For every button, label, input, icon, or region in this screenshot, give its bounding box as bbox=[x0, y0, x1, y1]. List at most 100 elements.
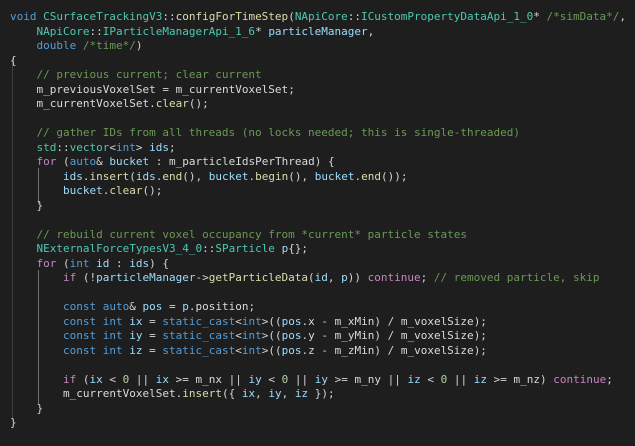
code-line[interactable]: { bbox=[10, 54, 635, 69]
code-token: , bbox=[327, 271, 342, 284]
code-line[interactable]: m_currentVoxelSet.insert({ ix, iy, iz })… bbox=[10, 387, 635, 402]
code-line[interactable]: double /*time*/) bbox=[10, 39, 635, 54]
code-token: m_voxelSize bbox=[400, 329, 474, 342]
code-token: iy bbox=[314, 372, 328, 386]
code-token: getParticleData bbox=[208, 271, 309, 284]
code-token: :: bbox=[347, 10, 362, 23]
code-token: pos bbox=[281, 329, 302, 342]
code-token: ( bbox=[129, 169, 136, 183]
code-line[interactable]: // rebuild current voxel occupancy from … bbox=[10, 228, 635, 243]
code-token: }); bbox=[308, 387, 335, 400]
code-token: int bbox=[116, 140, 136, 154]
code-token: const auto bbox=[62, 300, 130, 313]
code-token: : bbox=[109, 256, 130, 270]
code-token: ) { bbox=[314, 155, 335, 168]
code-token: > bbox=[135, 140, 150, 154]
code-token: const int bbox=[62, 329, 130, 342]
code-token: (); bbox=[142, 184, 163, 197]
code-token: { bbox=[10, 53, 17, 67]
code-line[interactable] bbox=[10, 358, 635, 373]
code-token: // rebuild current voxel occupancy from … bbox=[36, 227, 467, 241]
code-line[interactable]: } bbox=[10, 416, 635, 431]
code-token: insert bbox=[89, 169, 130, 183]
code-token: , bbox=[619, 10, 626, 23]
code-token: >(( bbox=[261, 343, 282, 357]
code-token: m_ny bbox=[354, 372, 381, 386]
code-editor[interactable]: void CSurfaceTrackingV3::configForTimeSt… bbox=[0, 0, 635, 446]
code-token: m_nz bbox=[513, 372, 540, 386]
code-token: ix bbox=[155, 372, 169, 386]
code-token: ({ bbox=[221, 387, 242, 400]
code-token: < bbox=[235, 343, 242, 357]
code-token: p bbox=[182, 300, 189, 313]
code-line[interactable]: const auto& pos = p.position; bbox=[10, 300, 635, 315]
code-line[interactable] bbox=[10, 286, 635, 301]
code-token: /*simData*/ bbox=[546, 10, 620, 23]
code-token: ICustomPropertyDataApi_1_0 bbox=[361, 10, 534, 23]
code-line[interactable]: for (auto& bucket : m_particleIdsPerThre… bbox=[10, 155, 635, 170]
code-token: )) bbox=[347, 271, 368, 284]
code-token: static_cast bbox=[162, 314, 236, 328]
code-token: ); bbox=[473, 314, 487, 328]
code-token: end bbox=[162, 169, 183, 183]
code-line[interactable]: } bbox=[10, 402, 635, 417]
code-line[interactable]: NExternalForceTypesV3_4_0::SParticle p{}… bbox=[10, 242, 635, 257]
code-line[interactable]: // gather IDs from all threads (no locks… bbox=[10, 126, 635, 141]
code-token: ) bbox=[539, 372, 554, 386]
code-line[interactable]: ids.insert(ids.end(), bucket.begin(), bu… bbox=[10, 170, 635, 185]
code-token: // previous current; clear current bbox=[36, 68, 262, 81]
code-token: CSurfaceTrackingV3 bbox=[43, 10, 163, 23]
code-line[interactable]: if (!particleManager->getParticleData(id… bbox=[10, 271, 635, 286]
code-token: m_particleIdsPerThread bbox=[169, 155, 315, 168]
code-token: - bbox=[314, 343, 335, 357]
code-line[interactable] bbox=[10, 213, 635, 228]
code-token: >(( bbox=[261, 314, 282, 328]
code-token: void bbox=[10, 10, 44, 23]
code-token: ix bbox=[241, 387, 256, 400]
code-token: m_voxelSize bbox=[400, 314, 474, 328]
code-token: >= bbox=[486, 372, 514, 386]
code-token: p bbox=[341, 271, 348, 284]
code-token: particleManager bbox=[96, 271, 196, 284]
code-token: , bbox=[281, 387, 295, 400]
code-line[interactable]: void CSurfaceTrackingV3::configForTimeSt… bbox=[10, 10, 635, 25]
code-line[interactable]: for (int id : ids) { bbox=[10, 257, 635, 272]
code-line[interactable]: const int iy = static_cast<int>((pos.y -… bbox=[10, 329, 635, 344]
code-token: iz bbox=[129, 343, 143, 357]
code-line[interactable]: std::vector<int> ids; bbox=[10, 141, 635, 156]
code-line[interactable]: const int iz = static_cast<int>((pos.z -… bbox=[10, 344, 635, 359]
code-token: ; bbox=[420, 271, 434, 284]
code-token: : bbox=[149, 155, 169, 168]
code-token: static_cast bbox=[162, 343, 236, 357]
code-token: if bbox=[62, 372, 83, 386]
code-token: bucket bbox=[314, 169, 355, 183]
code-line[interactable]: } bbox=[10, 199, 635, 214]
code-token: continue bbox=[367, 271, 421, 284]
code-line[interactable]: bucket.clear(); bbox=[10, 184, 635, 199]
code-line[interactable]: m_currentVoxelSet.clear(); bbox=[10, 97, 635, 112]
code-line[interactable]: if (ix < 0 || ix >= m_nx || iy < 0 || iy… bbox=[10, 373, 635, 388]
code-line[interactable]: const int ix = static_cast<int>((pos.x -… bbox=[10, 315, 635, 330]
code-token: bucket bbox=[208, 169, 249, 183]
code-line[interactable]: // previous current; clear current bbox=[10, 68, 635, 83]
code-token: clear bbox=[155, 97, 189, 110]
code-token: pos bbox=[281, 343, 302, 357]
code-token: . bbox=[149, 97, 156, 110]
code-token: ( bbox=[63, 256, 70, 270]
code-line[interactable]: NApiCore::IParticleManagerApi_1_6* parti… bbox=[10, 25, 635, 40]
code-token: = bbox=[142, 343, 163, 357]
code-token: static_cast bbox=[162, 329, 236, 342]
code-token: -> bbox=[195, 271, 209, 284]
code-token: z bbox=[308, 343, 315, 357]
code-line[interactable]: m_previousVoxelSet = m_currentVoxelSet; bbox=[10, 83, 635, 98]
code-line[interactable] bbox=[10, 112, 635, 127]
code-token: ix bbox=[89, 372, 103, 386]
code-token: m_currentVoxelSet bbox=[175, 82, 289, 96]
